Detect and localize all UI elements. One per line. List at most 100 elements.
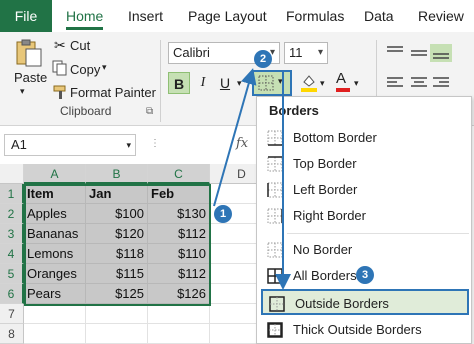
paste-button[interactable]: Paste — [14, 70, 47, 85]
menu-item-label: Bottom Border — [293, 130, 377, 145]
cell-b1[interactable]: Jan — [86, 184, 148, 204]
cell-c1[interactable]: Feb — [148, 184, 210, 204]
tab-insert[interactable]: Insert — [128, 0, 163, 32]
table-cell-feb[interactable]: $126 — [148, 284, 210, 304]
underline-button[interactable]: U — [214, 72, 236, 94]
paste-icon[interactable] — [14, 38, 44, 68]
font-name-value: Calibri — [173, 45, 210, 60]
menu-item-bottom-border[interactable]: Bottom Border — [261, 125, 469, 151]
row-header[interactable]: 8 — [0, 324, 24, 344]
fill-color-icon[interactable] — [300, 72, 318, 92]
cell-c8[interactable] — [148, 324, 210, 344]
cut-button[interactable]: Cut — [70, 38, 90, 53]
underline-chevron-down-icon[interactable]: ▾ — [237, 78, 242, 89]
table-cell-jan[interactable]: $100 — [86, 204, 148, 224]
copy-chevron-down-icon[interactable]: ▾ — [102, 62, 107, 73]
align-center-icon[interactable] — [408, 74, 430, 92]
font-color-chevron-down-icon[interactable]: ▾ — [354, 78, 359, 89]
align-middle-icon[interactable] — [408, 44, 430, 62]
table-cell-item[interactable]: Lemons — [24, 244, 86, 264]
tab-page-layout[interactable]: Page Layout — [188, 0, 267, 32]
cell-a1[interactable]: Item — [24, 184, 86, 204]
tab-file[interactable]: File — [0, 0, 52, 32]
name-box-value: A1 — [11, 137, 27, 152]
borders-chevron-down-icon: ▾ — [278, 76, 283, 86]
row-header[interactable]: 3 — [0, 224, 24, 244]
table-cell-jan[interactable]: $120 — [86, 224, 148, 244]
row-header[interactable]: 2 — [0, 204, 24, 224]
table-cell-jan[interactable]: $115 — [86, 264, 148, 284]
clipboard-group-label: Clipboard — [60, 104, 112, 118]
row-header[interactable]: 7 — [0, 304, 24, 324]
cut-icon[interactable]: ✂ — [54, 37, 66, 54]
format-painter-button[interactable]: Format Painter — [70, 85, 156, 100]
menu-item-label: Right Border — [293, 208, 366, 223]
tab-home[interactable]: Home — [66, 0, 104, 32]
cell-c7[interactable] — [148, 304, 210, 324]
copy-icon[interactable] — [52, 60, 68, 76]
no-border-icon — [267, 242, 283, 258]
menu-item-left-border[interactable]: Left Border — [261, 177, 469, 203]
row-header[interactable]: 6 — [0, 284, 24, 304]
column-header-c[interactable]: C — [148, 164, 210, 184]
column-header-a[interactable]: A — [24, 164, 86, 184]
menu-item-top-border[interactable]: Top Border — [261, 151, 469, 177]
table-cell-feb[interactable]: $112 — [148, 264, 210, 284]
tab-data[interactable]: Data — [364, 0, 394, 32]
menu-item-label: Top Border — [293, 156, 357, 171]
menu-item-right-border[interactable]: Right Border — [261, 203, 469, 229]
cell-b7[interactable] — [86, 304, 148, 324]
row-header[interactable]: 1 — [0, 184, 24, 204]
step-badge-3: 3 — [356, 266, 374, 284]
table-cell-jan[interactable]: $125 — [86, 284, 148, 304]
thick-outside-borders-icon — [267, 322, 283, 338]
italic-button[interactable]: I — [192, 72, 214, 94]
ribbon-tab-bar: File Home Insert Page Layout Formulas Da… — [0, 0, 474, 32]
menu-item-thick-outside-borders[interactable]: Thick Outside Borders — [261, 317, 469, 343]
table-cell-feb[interactable]: $110 — [148, 244, 210, 264]
table-cell-item[interactable]: Pears — [24, 284, 86, 304]
align-bottom-icon[interactable] — [430, 44, 452, 62]
tab-review[interactable]: Review — [418, 0, 464, 32]
borders-menu-title: Borders — [269, 103, 319, 118]
borders-menu: Borders Bottom Border Top Border Left Bo… — [256, 96, 472, 344]
copy-button[interactable]: Copy — [70, 62, 100, 77]
all-borders-icon — [267, 268, 283, 284]
align-left-icon[interactable] — [384, 74, 406, 92]
font-size-chevron-down-icon: ▾ — [317, 47, 323, 58]
cell-a7[interactable] — [24, 304, 86, 324]
format-painter-icon[interactable] — [52, 84, 68, 100]
name-box[interactable]: A1 ▾ — [4, 134, 136, 156]
fill-color-swatch — [301, 88, 317, 92]
font-size-select[interactable]: 11 ▾ — [284, 42, 328, 64]
cell-b8[interactable] — [86, 324, 148, 344]
fill-color-chevron-down-icon[interactable]: ▾ — [320, 78, 325, 89]
insert-function-button[interactable]: fx — [236, 136, 248, 151]
align-right-icon[interactable] — [430, 74, 452, 92]
dialog-launcher-icon[interactable]: ⧉ — [146, 106, 153, 117]
row-header[interactable]: 4 — [0, 244, 24, 264]
table-cell-item[interactable]: Bananas — [24, 224, 86, 244]
table-cell-item[interactable]: Apples — [24, 204, 86, 224]
font-color-icon[interactable]: A — [336, 70, 350, 92]
name-box-chevron-down-icon: ▾ — [126, 140, 131, 150]
row-header[interactable]: 5 — [0, 264, 24, 284]
menu-item-no-border[interactable]: No Border — [261, 237, 469, 263]
menu-item-outside-borders[interactable]: Outside Borders — [261, 289, 469, 315]
cell-a8[interactable] — [24, 324, 86, 344]
bold-button[interactable]: B — [168, 72, 190, 94]
right-border-icon — [267, 208, 283, 224]
left-border-icon — [267, 182, 283, 198]
menu-item-label: Left Border — [293, 182, 358, 197]
align-top-icon[interactable] — [384, 44, 406, 62]
borders-button[interactable]: ▾ — [252, 70, 292, 96]
table-cell-jan[interactable]: $118 — [86, 244, 148, 264]
table-cell-feb[interactable]: $112 — [148, 224, 210, 244]
column-header-b[interactable]: B — [86, 164, 148, 184]
table-cell-item[interactable]: Oranges — [24, 264, 86, 284]
paste-chevron-down-icon[interactable]: ▾ — [20, 86, 25, 97]
select-all-corner[interactable] — [0, 164, 24, 184]
table-cell-feb[interactable]: $130 — [148, 204, 210, 224]
borders-icon — [258, 75, 274, 91]
tab-formulas[interactable]: Formulas — [286, 0, 344, 32]
